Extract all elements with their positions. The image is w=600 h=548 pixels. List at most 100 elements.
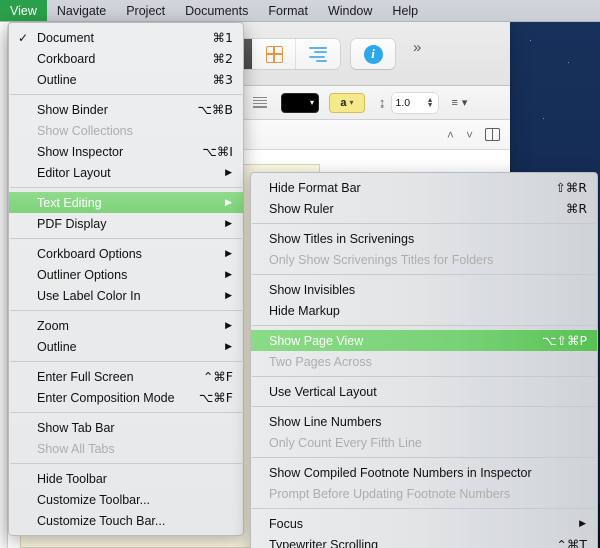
menu-separator	[10, 238, 242, 239]
menu-item-outline[interactable]: Outline ▶	[9, 336, 243, 357]
menu-item-prompt-before-updating-footnote-numbers: Prompt Before Updating Footnote Numbers	[251, 483, 597, 504]
menu-item-shortcut: ⌘2	[212, 51, 233, 66]
previous-document-icon[interactable]: ˄	[447, 128, 454, 142]
corkboard-view-button[interactable]	[252, 39, 296, 69]
outline-view-icon	[309, 47, 327, 63]
menu-item-show-titles-in-scrivenings[interactable]: Show Titles in Scrivenings	[251, 228, 597, 249]
menu-item-text-editing[interactable]: Text Editing ▶	[9, 192, 243, 213]
menu-item-zoom[interactable]: Zoom ▶	[9, 315, 243, 336]
menu-item-show-all-tabs: Show All Tabs	[9, 438, 243, 459]
menu-item-customize-touch-bar[interactable]: Customize Touch Bar...	[9, 510, 243, 531]
menu-item-show-inspector[interactable]: Show Inspector ⌥⌘I	[9, 141, 243, 162]
highlight-color-button[interactable]: a ▾	[329, 92, 365, 113]
menu-item-document[interactable]: ✓ Document ⌘1	[9, 27, 243, 48]
menu-item-label: Prompt Before Updating Footnote Numbers	[269, 486, 511, 501]
menu-item-label: Show Compiled Footnote Numbers in Inspec…	[269, 465, 532, 480]
menu-item-label: Outline	[37, 339, 77, 354]
line-spacing-value: 1.0	[395, 96, 411, 109]
menu-item-show-compiled-footnote-numbers-in-inspector[interactable]: Show Compiled Footnote Numbers in Inspec…	[251, 462, 597, 483]
submenu-arrow-icon: ▶	[225, 197, 232, 207]
toolbar-overflow-button[interactable]: »	[413, 39, 421, 56]
menu-item-label: Use Vertical Layout	[269, 384, 377, 399]
menu-item-hide-format-bar[interactable]: Hide Format Bar ⇧⌘R	[251, 177, 597, 198]
menu-separator	[10, 187, 242, 188]
menu-separator	[252, 457, 596, 458]
menu-item-label: Outliner Options	[37, 267, 128, 282]
menu-item-show-line-numbers[interactable]: Show Line Numbers	[251, 411, 597, 432]
menu-item-show-ruler[interactable]: Show Ruler ⌘R	[251, 198, 597, 219]
menu-item-use-label-color-in[interactable]: Use Label Color In ▶	[9, 285, 243, 306]
stepper-arrows-icon[interactable]: ▲ ▼	[427, 97, 434, 109]
menu-item-label: Show Page View	[269, 333, 364, 348]
menu-item-use-vertical-layout[interactable]: Use Vertical Layout	[251, 381, 597, 402]
menu-item-label: Show All Tabs	[37, 441, 115, 456]
view-menu[interactable]: ✓ Document ⌘1 Corkboard ⌘2 Outline ⌘3 Show Bind…	[8, 22, 244, 536]
menu-item-hide-toolbar[interactable]: Hide Toolbar	[9, 468, 243, 489]
bullet-list-button[interactable]: ≡ ▾	[451, 96, 468, 110]
menubar-item-label: Documents	[185, 3, 249, 18]
menu-item-label: Two Pages Across	[269, 354, 372, 369]
submenu-arrow-icon: ▶	[225, 320, 232, 330]
menu-item-focus[interactable]: Focus ▶	[251, 513, 597, 534]
menu-item-corkboard[interactable]: Corkboard ⌘2	[9, 48, 243, 69]
menubar-item-format[interactable]: Format	[258, 0, 318, 21]
menubar-item-documents[interactable]: Documents	[175, 0, 258, 21]
menu-item-shortcut: ⌘1	[212, 30, 233, 45]
menubar-item-help[interactable]: Help	[382, 0, 428, 21]
menu-separator	[252, 406, 596, 407]
menu-item-label: Hide Markup	[269, 303, 340, 318]
menubar-item-navigate[interactable]: Navigate	[47, 0, 116, 21]
menu-item-label: Focus	[269, 516, 304, 531]
submenu-arrow-icon: ▶	[579, 518, 586, 528]
menu-item-hide-markup[interactable]: Hide Markup	[251, 300, 597, 321]
menu-item-outliner-options[interactable]: Outliner Options ▶	[9, 264, 243, 285]
outline-view-button[interactable]	[296, 39, 340, 69]
menu-separator	[252, 325, 596, 326]
split-editor-icon[interactable]	[485, 128, 500, 141]
bullet-list-icon: ≡	[451, 96, 458, 109]
menu-item-label: Document	[37, 30, 94, 45]
line-spacing-stepper[interactable]: 1.0 ▲ ▼	[391, 92, 438, 113]
menu-item-editor-layout[interactable]: Editor Layout ▶	[9, 162, 243, 183]
menubar-item-label: Window	[327, 3, 373, 18]
menu-item-show-page-view[interactable]: Show Page View ⌥⇧⌘P	[251, 330, 597, 351]
menu-item-shortcut: ⌘3	[212, 72, 233, 87]
menu-item-label: Text Editing	[37, 195, 102, 210]
menu-item-shortcut: ⇧⌘R	[555, 180, 587, 195]
menu-item-pdf-display[interactable]: PDF Display ▶	[9, 213, 243, 234]
submenu-arrow-icon: ▶	[225, 290, 232, 300]
screenshot-root: i » ▾ a ▾ ↨ 1.0 ▲ ▼ ≡ ▾ ˄ ˅ View Navigat…	[0, 0, 600, 548]
menu-separator	[10, 361, 242, 362]
next-document-icon[interactable]: ˅	[466, 128, 473, 142]
menu-item-label: Show Invisibles	[269, 282, 356, 297]
menu-item-enter-composition-mode[interactable]: Enter Composition Mode ⌥⌘F	[9, 387, 243, 408]
align-justify-icon[interactable]	[253, 96, 267, 109]
menu-item-show-binder[interactable]: Show Binder ⌥⌘B	[9, 99, 243, 120]
menu-separator	[10, 412, 242, 413]
inspector-button[interactable]: i	[351, 39, 395, 69]
menubar-item-view[interactable]: View	[0, 0, 47, 21]
text-color-swatch[interactable]: ▾	[281, 92, 319, 113]
menu-item-shortcut: ⌥⌘B	[197, 102, 233, 117]
menu-item-shortcut: ⌘R	[565, 201, 587, 216]
menubar-item-label: Project	[126, 3, 166, 18]
menubar-item-window[interactable]: Window	[318, 0, 382, 21]
menu-item-corkboard-options[interactable]: Corkboard Options ▶	[9, 243, 243, 264]
menubar: View Navigate Project Documents Format Window…	[0, 0, 600, 22]
menu-item-label: Show Inspector	[37, 144, 124, 159]
menu-item-show-invisibles[interactable]: Show Invisibles	[251, 279, 597, 300]
menu-item-label: Show Titles in Scrivenings	[269, 231, 415, 246]
menu-item-typewriter-scrolling[interactable]: Typewriter Scrolling ⌃⌘T	[251, 534, 597, 548]
text-color-chevron-icon: ▾	[309, 98, 314, 107]
menu-item-enter-full-screen[interactable]: Enter Full Screen ⌃⌘F	[9, 366, 243, 387]
menu-item-show-tab-bar[interactable]: Show Tab Bar	[9, 417, 243, 438]
menu-item-shortcut: ⌥⇧⌘P	[542, 333, 587, 348]
menu-item-customize-toolbar[interactable]: Customize Toolbar...	[9, 489, 243, 510]
menubar-item-label: Navigate	[56, 3, 107, 18]
menu-item-label: Show Ruler	[269, 201, 334, 216]
menubar-item-project[interactable]: Project	[116, 0, 175, 21]
text-editing-submenu[interactable]: Hide Format Bar ⇧⌘R Show Ruler ⌘R Show Title…	[250, 172, 598, 548]
menubar-item-label: Help	[392, 3, 419, 18]
menu-item-label: Enter Composition Mode	[37, 390, 175, 405]
menu-item-outline[interactable]: Outline ⌘3	[9, 69, 243, 90]
